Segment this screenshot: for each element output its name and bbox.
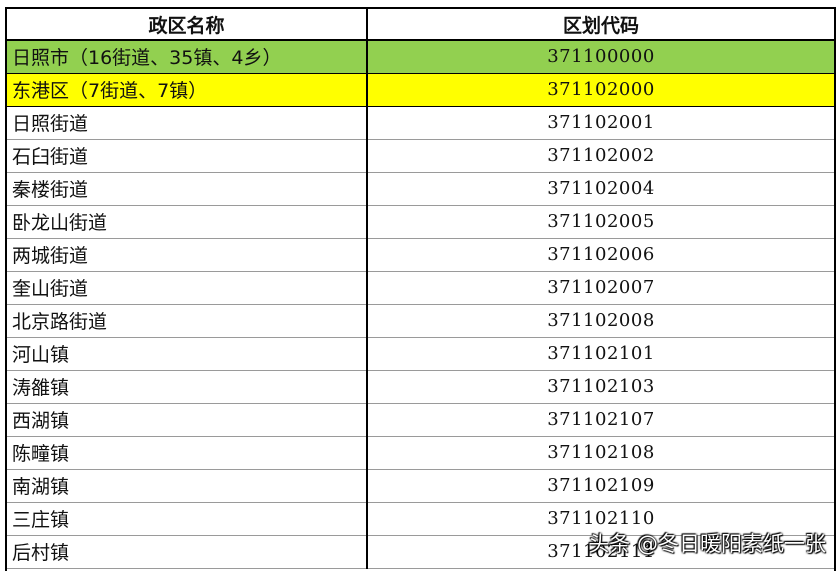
table-row: 陈疃镇 371102108	[7, 436, 834, 470]
table-row: 东港区（7街道、7镇） 371102000	[7, 73, 834, 107]
table-row: 奎山街道 371102007	[7, 271, 834, 305]
header-cell-code[interactable]: 区划代码	[367, 9, 834, 41]
table-row: 南湖镇 371102109	[7, 469, 834, 503]
cell-division-name[interactable]: 奎山街道	[7, 271, 368, 305]
table-row: 涛雒镇 371102103	[7, 370, 834, 404]
table-row: 卧龙山街道 371102005	[7, 205, 834, 239]
cell-division-code[interactable]: 371102002	[367, 139, 834, 173]
cell-division-name[interactable]: 秦楼街道	[7, 172, 368, 206]
table-row: 西湖镇 371102107	[7, 403, 834, 437]
cell-division-code[interactable]: 371100000	[367, 40, 834, 74]
cell-division-name[interactable]: 日照市（16街道、35镇、4乡）	[7, 40, 368, 74]
division-code-table: 政区名称 区划代码 日照市（16街道、35镇、4乡） 371100000 东港区（7…	[7, 9, 834, 569]
cell-division-code[interactable]: 371102001	[367, 106, 834, 140]
cell-division-name[interactable]: 卧龙山街道	[7, 205, 368, 239]
table-row: 河山镇 371102101	[7, 337, 834, 371]
header-row: 政区名称 区划代码	[7, 9, 834, 41]
cell-division-name[interactable]: 河山镇	[7, 337, 368, 371]
cell-division-name[interactable]: 西湖镇	[7, 403, 368, 437]
cell-division-code[interactable]: 371102006	[367, 238, 834, 272]
cell-division-name[interactable]: 南湖镇	[7, 469, 368, 503]
table-row: 秦楼街道 371102004	[7, 172, 834, 206]
cell-division-code[interactable]: 371102008	[367, 304, 834, 338]
cell-division-name[interactable]: 涛雒镇	[7, 370, 368, 404]
cell-division-code[interactable]: 371102004	[367, 172, 834, 206]
cell-division-name[interactable]: 北京路街道	[7, 304, 368, 338]
header-cell-name[interactable]: 政区名称	[7, 9, 368, 41]
watermark-text: 头条 @冬日暖阳素纸一张	[588, 532, 826, 556]
table-row: 石臼街道 371102002	[7, 139, 834, 173]
cell-division-name[interactable]: 后村镇	[7, 535, 368, 569]
cell-division-code[interactable]: 371102007	[367, 271, 834, 305]
spreadsheet-table: 政区名称 区划代码 日照市（16街道、35镇、4乡） 371100000 东港区（7…	[5, 7, 836, 571]
table-row: 日照街道 371102001	[7, 106, 834, 140]
cell-division-name[interactable]: 两城街道	[7, 238, 368, 272]
cell-division-code[interactable]: 371102101	[367, 337, 834, 371]
cell-division-code[interactable]: 371102108	[367, 436, 834, 470]
table-row: 两城街道 371102006	[7, 238, 834, 272]
cell-division-name[interactable]: 陈疃镇	[7, 436, 368, 470]
table-body: 日照市（16街道、35镇、4乡） 371100000 东港区（7街道、7镇） 3711…	[7, 40, 834, 569]
table-row: 日照市（16街道、35镇、4乡） 371100000	[7, 40, 834, 74]
cell-division-code[interactable]: 371102103	[367, 370, 834, 404]
cell-division-name[interactable]: 石臼街道	[7, 139, 368, 173]
cell-division-name[interactable]: 三庄镇	[7, 502, 368, 536]
cell-division-name[interactable]: 东港区（7街道、7镇）	[7, 73, 368, 107]
cell-division-code[interactable]: 371102107	[367, 403, 834, 437]
table-row: 北京路街道 371102008	[7, 304, 834, 338]
cell-division-name[interactable]: 日照街道	[7, 106, 368, 140]
cell-division-code[interactable]: 371102005	[367, 205, 834, 239]
cell-division-code[interactable]: 371102109	[367, 469, 834, 503]
cell-division-code[interactable]: 371102000	[367, 73, 834, 107]
